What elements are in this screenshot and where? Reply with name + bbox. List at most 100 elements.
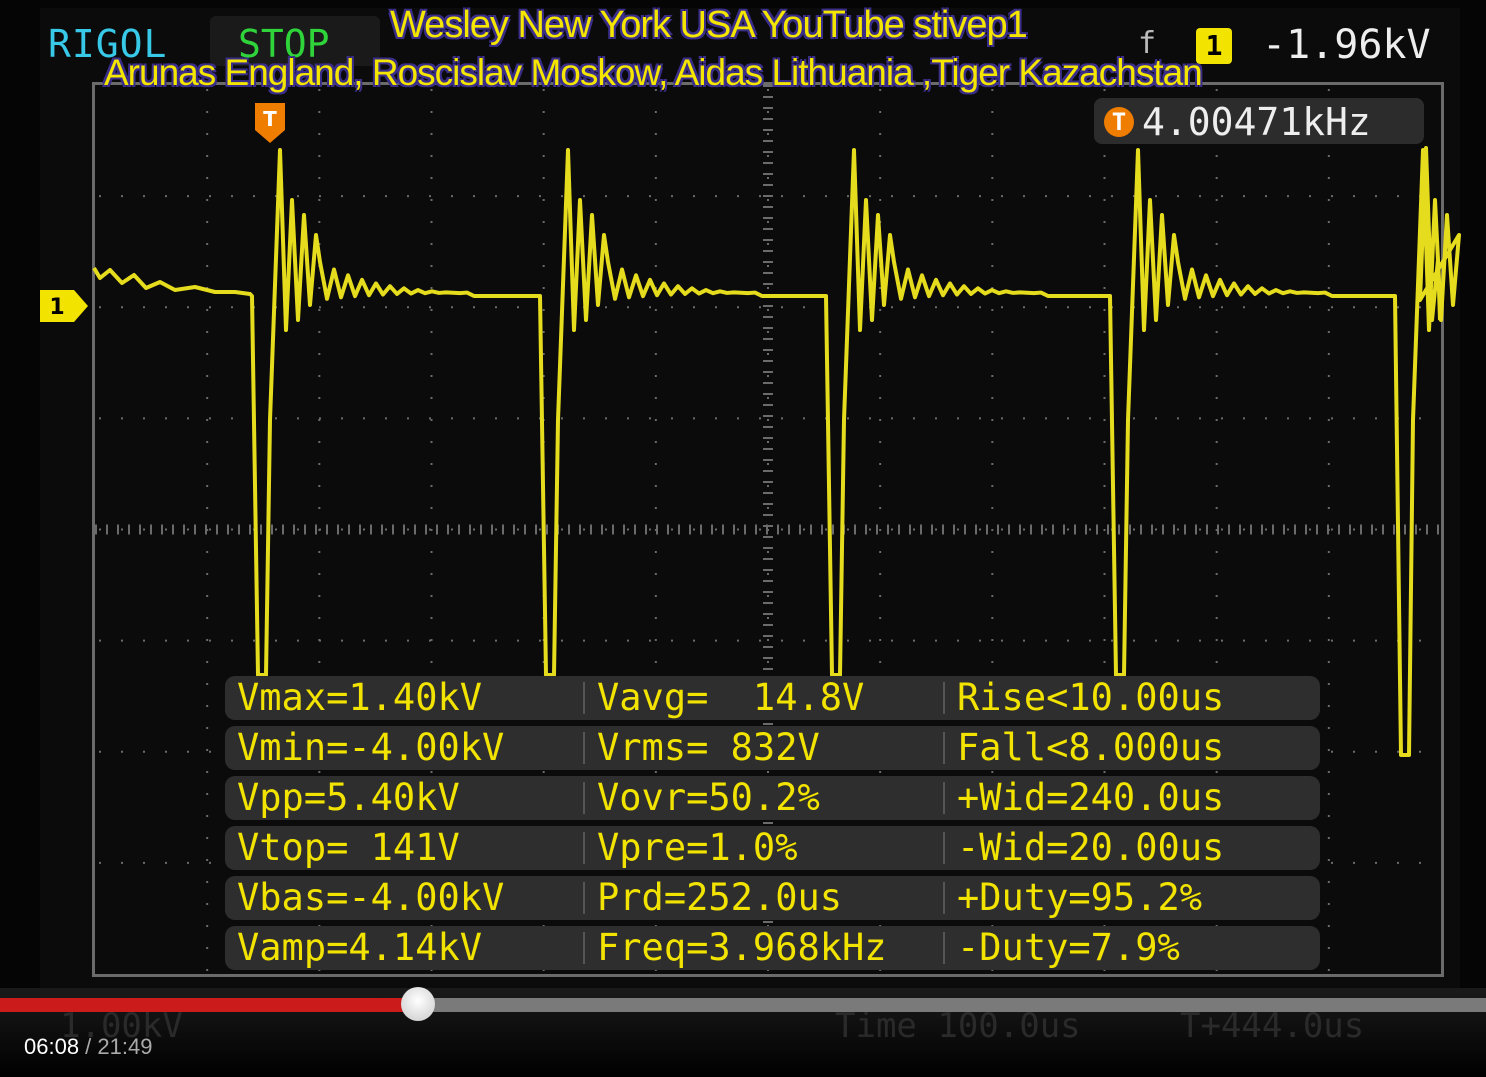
grid-dot <box>121 195 123 198</box>
grid-dot <box>231 306 233 309</box>
grid-dot <box>1001 417 1003 420</box>
grid-dot <box>495 528 497 531</box>
grid-dot <box>430 221 433 223</box>
grid-dot <box>143 639 145 642</box>
grid-dot <box>737 528 739 531</box>
axis-tick <box>1107 524 1109 535</box>
measurement-separator <box>583 932 585 964</box>
grid-dot <box>99 417 101 420</box>
progress-scrubber-handle[interactable] <box>401 987 435 1021</box>
axis-tick <box>763 426 773 428</box>
grid-dot <box>1327 199 1330 201</box>
grid-dot <box>1331 417 1333 420</box>
grid-dot <box>430 331 433 333</box>
ghost-trigger-offset: T+444.0us <box>1180 1006 1365 1046</box>
grid-dot <box>979 528 981 531</box>
axis-tick <box>348 524 350 535</box>
axis-tick <box>763 151 773 153</box>
grid-dot <box>767 111 769 113</box>
grid-dot <box>1375 861 1377 864</box>
grid-dot <box>879 353 882 355</box>
grid-dot <box>1327 155 1330 157</box>
grid-dot <box>1265 528 1267 531</box>
axis-tick <box>722 524 724 535</box>
grid-dot <box>318 485 321 487</box>
axis-tick <box>557 524 559 535</box>
grid-dot <box>879 265 882 267</box>
axis-tick <box>763 646 773 648</box>
progress-bar-played[interactable] <box>0 998 418 1012</box>
grid-dot <box>991 639 994 641</box>
grid-dot <box>451 195 453 198</box>
grid-dot <box>1103 221 1106 223</box>
axis-tick <box>711 524 713 535</box>
grid-dot <box>318 573 321 575</box>
video-frame[interactable]: RIGOL STOP f 1 -1.96kV T T 4.00471kHz 1 … <box>0 0 1486 1077</box>
grid-dot <box>879 221 882 223</box>
grid-dot <box>991 529 994 531</box>
grid-dot <box>879 419 882 421</box>
grid-dot <box>1177 195 1179 198</box>
axis-tick <box>359 524 361 535</box>
grid-dot <box>430 287 433 289</box>
grid-dot <box>209 417 211 420</box>
grid-dot <box>318 353 321 355</box>
grid-dot <box>206 925 209 927</box>
grid-dot <box>318 397 321 399</box>
grid-dot <box>957 195 959 198</box>
axis-tick <box>1393 524 1395 535</box>
grid-dot <box>879 595 882 597</box>
grid-dot <box>979 639 981 642</box>
grid-dot <box>991 551 994 553</box>
axis-tick <box>381 524 383 535</box>
grid-dot <box>542 331 545 333</box>
trigger-frequency-value: 4.00471kHz <box>1142 100 1371 144</box>
grid-dot <box>187 639 189 642</box>
grid-dot <box>847 528 849 531</box>
grid-dot <box>539 195 541 198</box>
trigger-marker-letter: T <box>263 107 277 131</box>
axis-tick <box>763 118 773 120</box>
grid-dot <box>1215 507 1218 509</box>
grid-dot <box>99 306 101 309</box>
grid-dot <box>879 243 882 245</box>
grid-dot <box>825 528 827 531</box>
grid-dot <box>1221 639 1223 642</box>
grid-dot <box>1309 306 1311 309</box>
grid-dot <box>693 195 695 198</box>
axis-tick <box>1371 524 1373 535</box>
axis-tick <box>763 580 773 582</box>
grid-dot <box>561 306 563 309</box>
axis-tick <box>763 360 773 362</box>
grid-dot <box>935 528 937 531</box>
grid-dot <box>649 195 651 198</box>
grid-dot <box>627 306 629 309</box>
grid-dot <box>1089 306 1091 309</box>
grid-dot <box>407 528 409 531</box>
grid-dot <box>318 199 321 201</box>
axis-tick <box>953 524 955 535</box>
axis-tick <box>634 524 636 535</box>
grid-dot <box>561 417 563 420</box>
trigger-position-marker: T <box>254 102 286 143</box>
axis-tick <box>183 524 185 535</box>
grid-dot <box>767 507 769 509</box>
measurement-row: Vmin=-4.00kV Vrms= 832V Fall<8.000us <box>225 726 1320 770</box>
grid-dot <box>1067 417 1069 420</box>
grid-dot <box>767 595 769 597</box>
axis-tick <box>763 448 773 450</box>
grid-dot <box>275 306 277 309</box>
axis-tick <box>763 305 773 307</box>
grid-dot <box>187 195 189 198</box>
grid-dot <box>737 306 739 309</box>
grid-dot <box>1215 89 1218 91</box>
grid-dot <box>1045 417 1047 420</box>
axis-tick <box>645 524 647 535</box>
grid-dot <box>1103 331 1106 333</box>
grid-dot <box>297 639 299 642</box>
grid-dot <box>654 177 657 179</box>
measurement-separator <box>583 782 585 814</box>
axis-tick <box>763 602 773 604</box>
axis-tick <box>942 524 944 535</box>
grid-dot <box>605 528 607 531</box>
